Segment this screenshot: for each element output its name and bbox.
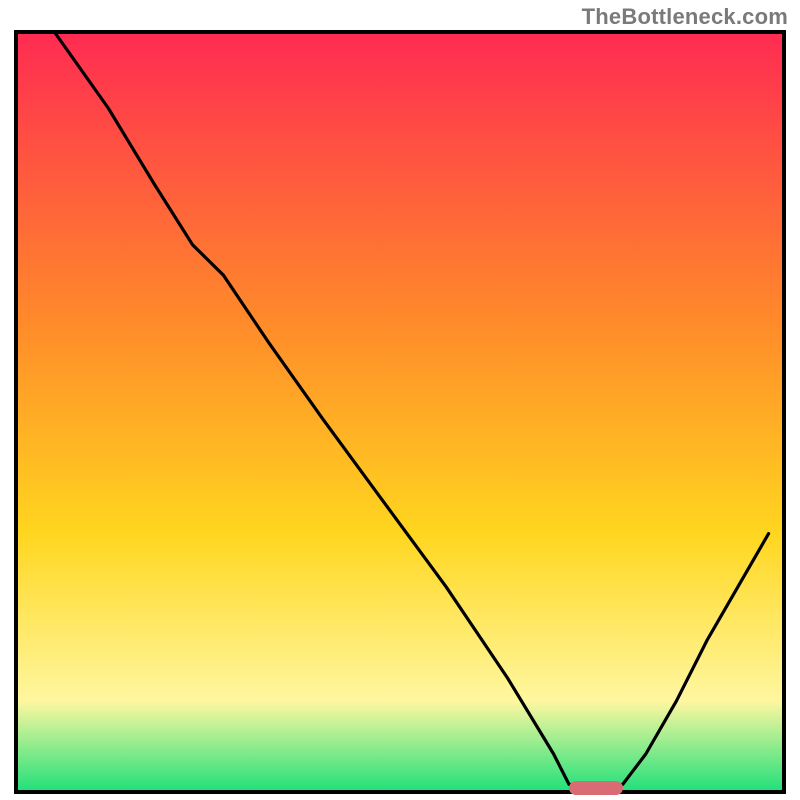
optimal-marker-icon bbox=[569, 781, 623, 795]
watermark-text: TheBottleneck.com bbox=[582, 4, 788, 30]
chart-svg bbox=[0, 0, 800, 800]
chart-stage: TheBottleneck.com bbox=[0, 0, 800, 800]
